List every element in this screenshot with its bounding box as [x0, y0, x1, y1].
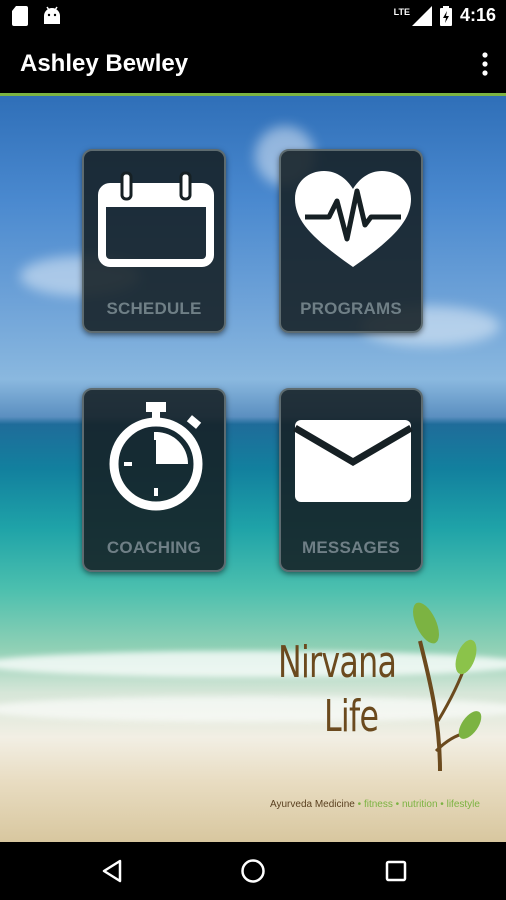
coaching-tile[interactable]: COACHING — [82, 388, 226, 572]
app-bar: Ashley Bewley — [0, 32, 506, 96]
tagline-separator: • — [395, 799, 400, 810]
coaching-label: COACHING — [106, 538, 202, 557]
tagline-nutrition: nutrition — [401, 799, 438, 810]
schedule-tile[interactable]: SCHEDULE — [82, 149, 226, 333]
home-icon[interactable] — [240, 858, 266, 884]
signal-icon — [411, 5, 432, 26]
navigation-bar — [0, 842, 506, 900]
schedule-label: SCHEDULE — [106, 299, 202, 318]
envelope-icon — [293, 420, 413, 502]
status-right-icons: LTE 4:16 — [394, 5, 496, 26]
tagline-ayurveda: Ayurveda Medicine — [270, 799, 355, 810]
tagline-separator: • — [440, 799, 444, 810]
page-title: Ashley Bewley — [20, 50, 189, 77]
battery-icon — [439, 5, 452, 26]
android-icon — [44, 6, 60, 24]
overflow-menu-icon[interactable] — [478, 50, 492, 78]
messages-label: MESSAGES — [302, 538, 400, 557]
nirvana-life-logo: Nirvana Life Ayurveda Medicine • fitness… — [270, 601, 490, 821]
status-time: 4:16 — [459, 5, 496, 25]
logo-word-nirvana: Nirvana — [278, 637, 397, 688]
status-bar: LTE 4:16 — [0, 0, 506, 32]
tagline-separator: • — [357, 799, 362, 810]
messages-tile[interactable]: MESSAGES — [279, 388, 423, 572]
recents-icon[interactable] — [385, 860, 407, 882]
stopwatch-icon — [109, 402, 203, 511]
heart-pulse-icon — [295, 171, 411, 267]
logo-tagline: Ayurveda Medicine • fitness • nutrition … — [270, 799, 480, 810]
programs-label: PROGRAMS — [300, 299, 402, 318]
sd-card-icon — [12, 6, 28, 26]
programs-tile[interactable]: PROGRAMS — [279, 149, 423, 333]
tagline-lifestyle: lifestyle — [446, 799, 480, 810]
logo-word-life: Life — [324, 691, 379, 742]
tree-leaves-icon — [413, 602, 482, 772]
back-icon[interactable] — [100, 859, 124, 883]
status-left-icons — [12, 6, 62, 26]
tagline-fitness: fitness — [363, 799, 393, 810]
network-label: LTE — [393, 6, 410, 17]
calendar-icon — [98, 171, 214, 267]
home-background: SCHEDULE PROGRAMS COACHING MESSAGES Nirv… — [0, 96, 506, 842]
